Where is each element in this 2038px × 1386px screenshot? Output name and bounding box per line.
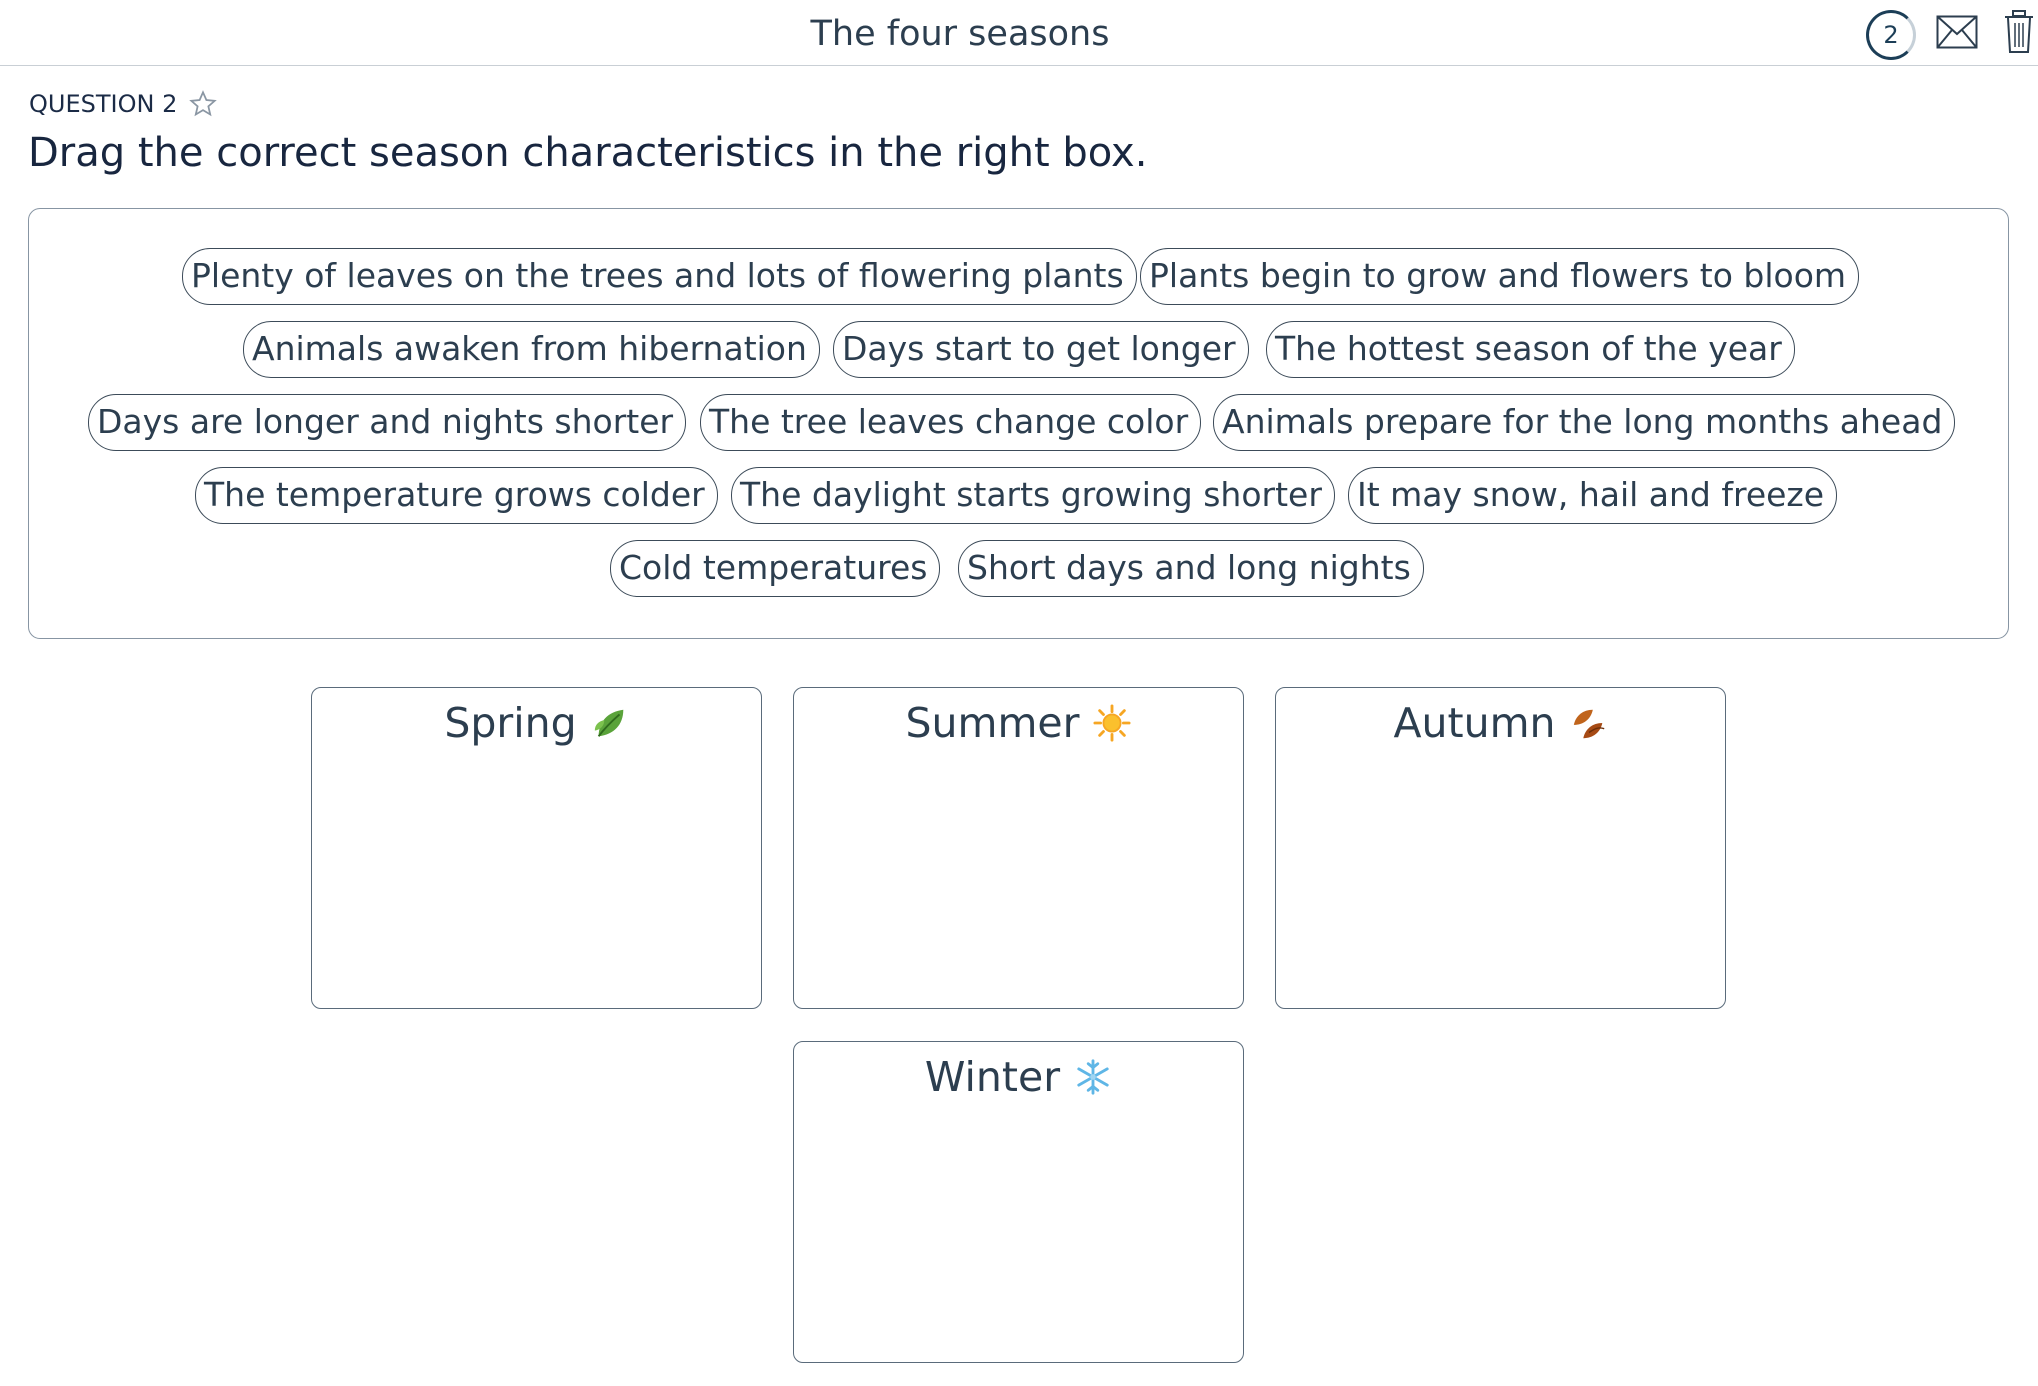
question-instruction: Drag the correct season characteristics … bbox=[28, 130, 1148, 176]
zone-label: Winter bbox=[924, 1053, 1061, 1101]
answer-chip[interactable]: The tree leaves change color bbox=[700, 394, 1202, 451]
drop-zone-winter[interactable]: Winter bbox=[793, 1041, 1244, 1363]
zone-label: Summer bbox=[905, 699, 1080, 747]
answer-chip[interactable]: Cold temperatures bbox=[610, 540, 941, 597]
zone-label: Autumn bbox=[1393, 699, 1556, 747]
app-title: The four seasons bbox=[810, 14, 1110, 54]
answer-chip[interactable]: It may snow, hail and freeze bbox=[1348, 467, 1838, 524]
fallen-leaves-icon bbox=[1573, 709, 1604, 739]
answer-chip[interactable]: Plants begin to grow and flowers to bloo… bbox=[1140, 248, 1860, 305]
zone-title: Winter bbox=[794, 1042, 1243, 1112]
question-label: QUESTION 2 bbox=[29, 90, 218, 118]
sun-icon bbox=[1093, 704, 1132, 742]
snowflake-icon bbox=[1077, 1059, 1109, 1095]
answer-chip[interactable]: The daylight starts growing shorter bbox=[731, 467, 1335, 524]
answer-chip[interactable]: Animals awaken from hibernation bbox=[243, 321, 820, 378]
zone-title: Spring bbox=[312, 688, 761, 758]
answer-chip[interactable]: The temperature grows colder bbox=[195, 467, 718, 524]
zone-title: Autumn bbox=[1276, 688, 1725, 758]
trash-icon[interactable] bbox=[2004, 10, 2034, 54]
counter-value: 2 bbox=[1883, 21, 1899, 49]
drop-zone-summer[interactable]: Summer bbox=[793, 687, 1244, 1009]
drop-zone-spring[interactable]: Spring bbox=[311, 687, 762, 1009]
question-number: QUESTION 2 bbox=[29, 90, 178, 118]
leaf-icon bbox=[594, 709, 623, 737]
mail-icon[interactable] bbox=[1936, 15, 1978, 49]
answer-chip[interactable]: Animals prepare for the long months ahea… bbox=[1213, 394, 1956, 451]
answer-chip[interactable]: Days start to get longer bbox=[833, 321, 1249, 378]
answer-chip[interactable]: Short days and long nights bbox=[958, 540, 1424, 597]
drop-zone-autumn[interactable]: Autumn bbox=[1275, 687, 1726, 1009]
star-outline-icon[interactable] bbox=[189, 90, 218, 118]
answer-chip[interactable]: Plenty of leaves on the trees and lots o… bbox=[182, 248, 1137, 305]
answer-chip[interactable]: The hottest season of the year bbox=[1266, 321, 1795, 378]
zone-label: Spring bbox=[444, 699, 577, 747]
top-bar: The four seasons 2 bbox=[0, 0, 2038, 66]
attempts-counter: 2 bbox=[1866, 10, 1916, 60]
answer-chip[interactable]: Days are longer and nights shorter bbox=[88, 394, 687, 451]
zone-title: Summer bbox=[794, 688, 1243, 758]
